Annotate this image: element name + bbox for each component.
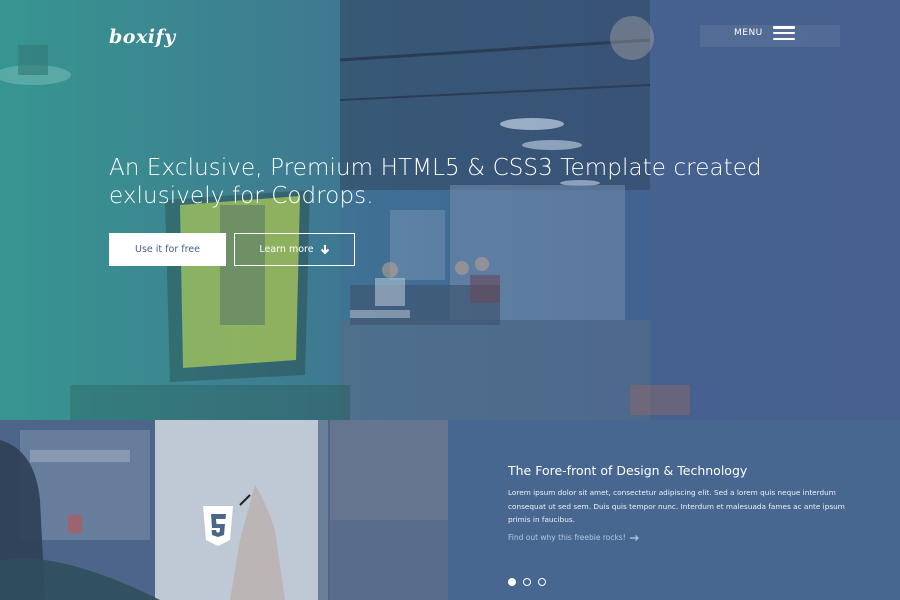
hero-section: boxify MENU An Exclusive, Premium HTML5 …: [0, 0, 900, 420]
feature-link-label: Find out why this freebie rocks!: [508, 533, 626, 542]
hero-title: An Exclusive, Premium HTML5 & CSS3 Templ…: [109, 155, 762, 209]
hamburger-icon: [772, 26, 795, 40]
menu-label: MENU: [734, 28, 763, 38]
slider-pagination: [508, 578, 546, 586]
feature-panel: The Fore-front of Design & Technology Lo…: [448, 420, 900, 600]
menu-button[interactable]: MENU: [734, 26, 795, 40]
slide-dot-1[interactable]: [508, 578, 516, 586]
feature-text: Lorem ipsum dolor sit amet, consectetur …: [508, 488, 845, 524]
use-it-for-free-button[interactable]: Use it for free: [109, 233, 226, 266]
arrow-right-icon: [629, 534, 639, 541]
feature-link[interactable]: Find out why this freebie rocks!: [508, 533, 639, 542]
arrow-down-icon: [320, 245, 329, 255]
learn-more-button[interactable]: Learn more: [234, 233, 355, 266]
logo[interactable]: boxify: [109, 26, 176, 48]
feature-title: The Fore-front of Design & Technology: [508, 463, 748, 478]
html5-icon: [203, 506, 233, 546]
hero-color-overlay: [0, 0, 900, 420]
learn-more-label: Learn more: [259, 244, 314, 255]
slide-dot-3[interactable]: [538, 578, 546, 586]
slide-dot-2[interactable]: [523, 578, 531, 586]
feature-photo: [0, 420, 448, 600]
